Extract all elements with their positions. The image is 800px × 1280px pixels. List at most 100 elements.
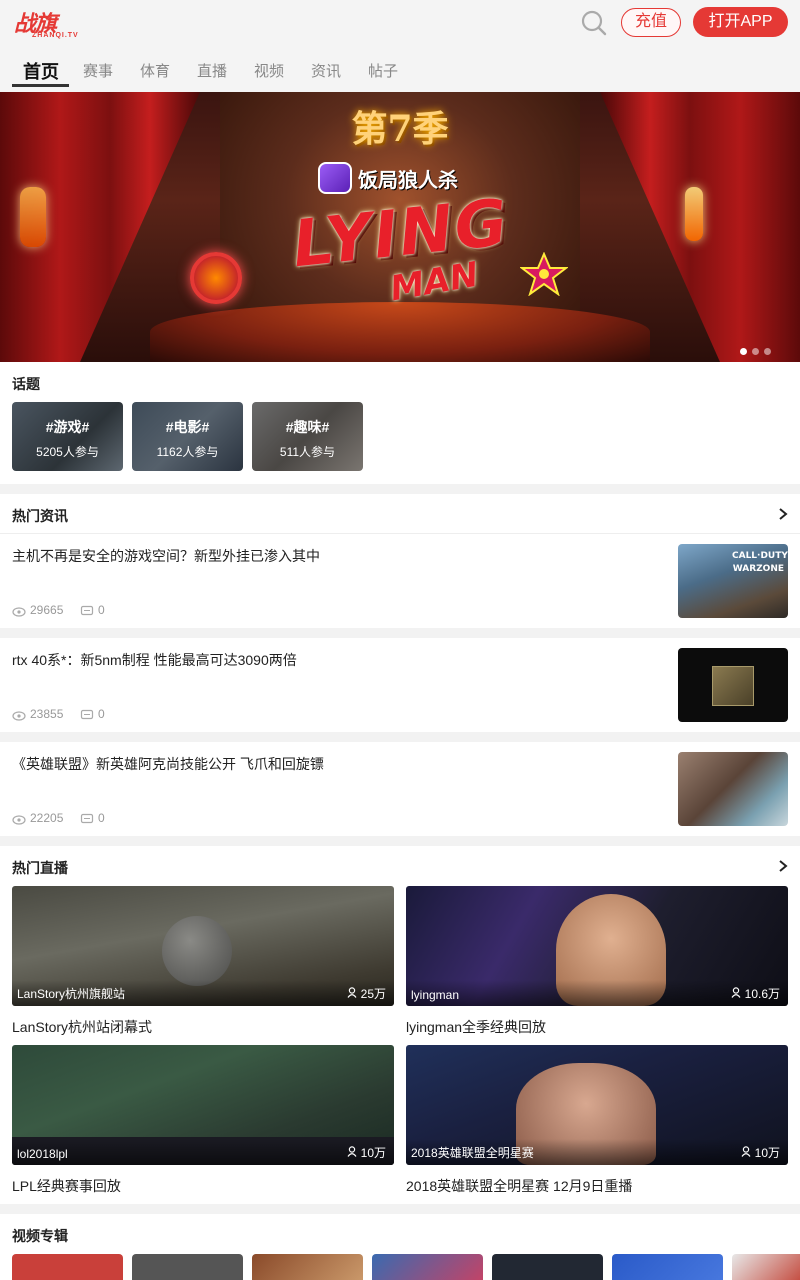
topic-count: 511人参与 — [279, 445, 336, 459]
recharge-button[interactable]: 充值 — [621, 8, 681, 37]
tab-home[interactable]: 首页 — [23, 58, 59, 84]
live-anchor-name: lol2018lpl — [17, 1147, 68, 1161]
views-icon — [12, 607, 26, 617]
topic-card-movies[interactable]: #电影# 1162人参与 — [132, 402, 243, 471]
video-albums-section: 视频专辑 — [0, 1214, 800, 1280]
live-title[interactable]: LPL经典赛事回放 — [12, 1176, 121, 1196]
hot-news-header[interactable]: 热门资讯 — [0, 494, 800, 534]
news-title: 主机不再是安全的游戏空间？新型外挂已渗入其中 — [12, 548, 320, 564]
news-thumbnail[interactable] — [678, 752, 788, 826]
right-lamp — [685, 187, 703, 241]
promo-banner[interactable]: 第7季 饭局狼人杀 LYING MAN — [0, 92, 800, 362]
news-title: rtx 40系*：新5nm制程 性能最高可达3090两倍 — [12, 652, 297, 668]
view-count: 29665 — [30, 603, 64, 617]
comment-icon — [80, 605, 94, 616]
view-count: 22205 — [30, 811, 64, 825]
album-card[interactable] — [12, 1254, 123, 1280]
section-title-hot-live[interactable]: 热门直播 — [12, 858, 68, 878]
neon-star-icon — [519, 251, 569, 297]
live-title[interactable]: lyingman全季经典回放 — [406, 1017, 546, 1037]
album-card[interactable] — [252, 1254, 363, 1280]
section-title-video-albums: 视频专辑 — [12, 1228, 68, 1244]
views-icon — [12, 815, 26, 825]
topic-name: #游戏# — [45, 419, 90, 435]
topic-card-fun[interactable]: #趣味# 511人参与 — [252, 402, 363, 471]
live-viewer-count: 10万 — [347, 1144, 386, 1161]
album-card[interactable] — [372, 1254, 483, 1280]
game-scene-helmet — [162, 916, 232, 986]
tab-live[interactable]: 直播 — [197, 60, 227, 81]
viewer-count-text: 25万 — [360, 987, 386, 1001]
live-thumbnail[interactable]: lol2018lpl 10万 — [12, 1045, 394, 1165]
views-icon — [12, 711, 26, 721]
live-thumbnail[interactable]: LanStory杭州旗舰站 25万 — [12, 886, 394, 1006]
open-app-button[interactable]: 打开APP — [693, 7, 788, 37]
live-overlay — [12, 1139, 394, 1165]
left-lamp — [20, 187, 46, 247]
carousel-dot[interactable] — [740, 348, 747, 355]
news-thumbnail[interactable] — [678, 648, 788, 722]
topic-name: #趣味# — [285, 419, 330, 435]
zhanqi-logo[interactable]: 战旗 ZHANQI.TV — [14, 4, 82, 42]
viewer-count-text: 10.6万 — [744, 987, 780, 1001]
live-viewer-count: 10万 — [741, 1144, 780, 1161]
tab-video[interactable]: 视频 — [254, 60, 284, 81]
active-tab-indicator — [12, 84, 69, 87]
chevron-right-icon[interactable] — [776, 507, 790, 521]
live-anchor-name: LanStory杭州旗舰站 — [17, 987, 126, 1001]
search-icon[interactable] — [580, 9, 608, 37]
live-thumbnail[interactable]: lyingman 10.6万 — [406, 886, 788, 1006]
live-anchor-name: 2018英雄联盟全明星赛 — [411, 1146, 534, 1160]
section-title-topics: 话题 — [12, 376, 40, 392]
user-icon — [347, 987, 357, 998]
album-card[interactable] — [612, 1254, 723, 1280]
album-card[interactable] — [132, 1254, 243, 1280]
user-icon — [741, 1146, 751, 1157]
gpu-chip-image — [712, 666, 754, 706]
news-item[interactable]: 《英雄联盟》新英雄阿克尚技能公开 飞爪和回旋镖 22205 0 — [0, 742, 800, 836]
game-name: 饭局狼人杀 — [358, 170, 458, 192]
viewer-count-text: 10万 — [360, 1146, 386, 1160]
tab-sports[interactable]: 体育 — [140, 60, 170, 81]
tab-events[interactable]: 赛事 — [83, 60, 113, 81]
tab-news[interactable]: 资讯 — [311, 60, 341, 81]
user-icon — [731, 987, 741, 998]
live-anchor-name: lyingman — [411, 988, 460, 1002]
neon-sign-left — [190, 252, 242, 304]
comment-icon — [80, 709, 94, 720]
stage-floor — [150, 302, 650, 362]
hot-live-section: 热门直播 LanStory杭州旗舰站 25万 LanStory杭州站闭幕式 ly… — [0, 846, 800, 1204]
news-item[interactable]: 主机不再是安全的游戏空间？新型外挂已渗入其中 29665 0 CALL·DUTY… — [0, 534, 800, 628]
live-thumbnail[interactable]: 2018英雄联盟全明星赛 10万 — [406, 1045, 788, 1165]
live-card[interactable]: lol2018lpl 10万 LPL经典赛事回放 — [12, 1045, 394, 1195]
carousel-dot[interactable] — [764, 348, 771, 355]
tab-posts[interactable]: 帖子 — [368, 60, 398, 81]
carousel-dot[interactable] — [752, 348, 759, 355]
comment-count: 0 — [98, 811, 105, 825]
live-card[interactable]: lyingman 10.6万 lyingman全季经典回放 — [406, 886, 788, 1036]
news-item[interactable]: rtx 40系*：新5nm制程 性能最高可达3090两倍 23855 0 — [0, 638, 800, 732]
topic-count: 5205人参与 — [36, 445, 99, 459]
game-app-icon — [318, 162, 352, 194]
news-thumbnail[interactable]: CALL·DUTY WARZONE — [678, 544, 788, 618]
comment-icon — [80, 813, 94, 824]
chevron-right-icon[interactable] — [776, 859, 790, 873]
news-title: 《英雄联盟》新英雄阿克尚技能公开 飞爪和回旋镖 — [12, 756, 324, 772]
live-card[interactable]: 2018英雄联盟全明星赛 10万 2018英雄联盟全明星赛 12月9日重播 — [406, 1045, 788, 1195]
live-card[interactable]: LanStory杭州旗舰站 25万 LanStory杭州站闭幕式 — [12, 886, 394, 1036]
album-card[interactable] — [732, 1254, 800, 1280]
live-title[interactable]: 2018英雄联盟全明星赛 12月9日重播 — [406, 1176, 632, 1196]
viewer-count-text: 10万 — [754, 1146, 780, 1160]
view-count: 23855 — [30, 707, 64, 721]
topics-section: 话题 #游戏# 5205人参与 #电影# 1162人参与 #趣味# 511人参与 — [0, 362, 800, 484]
carousel-dots — [740, 342, 776, 360]
thumb-caption: CALL·DUTY WARZONE — [732, 551, 788, 574]
album-card[interactable] — [492, 1254, 603, 1280]
banner-season-title: 第7季 — [351, 108, 449, 150]
comment-count: 0 — [98, 707, 105, 721]
comment-count: 0 — [98, 603, 105, 617]
live-viewer-count: 25万 — [347, 985, 386, 1002]
live-title[interactable]: LanStory杭州站闭幕式 — [12, 1017, 152, 1037]
topic-count: 1162人参与 — [156, 445, 219, 459]
topic-card-games[interactable]: #游戏# 5205人参与 — [12, 402, 123, 471]
